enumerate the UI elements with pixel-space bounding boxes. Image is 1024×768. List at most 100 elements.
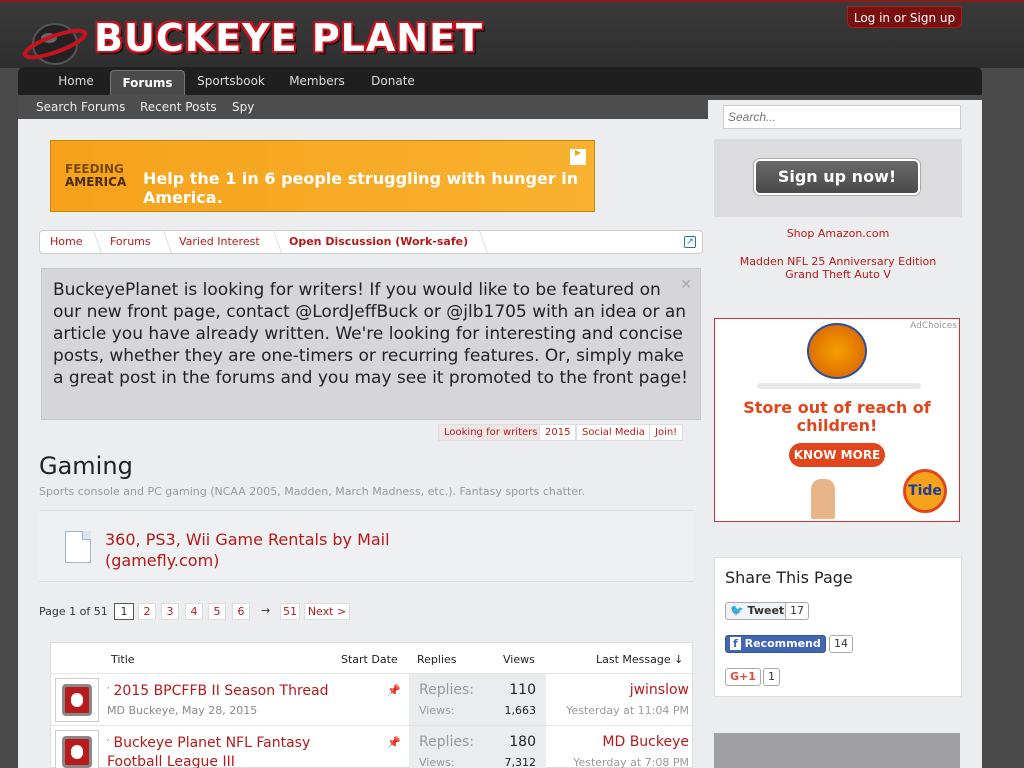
- prefix-icon: ′: [107, 737, 110, 750]
- planet-logo-icon: [22, 23, 88, 65]
- tab-forums[interactable]: Forums: [110, 70, 185, 95]
- breadcrumb-separator: [83, 231, 103, 253]
- share-panel: Share This Page 🐦 Tweet 17 f Recommend 1…: [714, 557, 962, 697]
- ohio-o-icon: [62, 684, 92, 716]
- tweet-count: 17: [785, 602, 809, 620]
- views-label: Views:: [419, 704, 455, 717]
- ad-brand: FEEDING AMERICA: [65, 162, 127, 189]
- tweet-button[interactable]: 🐦 Tweet: [725, 602, 790, 620]
- subnav-search-forums[interactable]: Search Forums: [36, 95, 125, 119]
- signup-button[interactable]: Sign up now!: [754, 159, 920, 195]
- thread-author[interactable]: MD Buckeye: [107, 704, 175, 717]
- forum-description: Sports console and PC gaming (NCAA 2005,…: [39, 485, 586, 498]
- sticky-pin-icon: 📌: [387, 684, 401, 697]
- last-message-user[interactable]: MD Buckeye: [602, 734, 689, 750]
- tide-pod-image: [807, 323, 867, 379]
- breadcrumb-separator: [153, 231, 173, 253]
- breadcrumb-current: Open Discussion (Work-safe): [289, 235, 469, 248]
- breadcrumb-home[interactable]: Home: [50, 231, 82, 253]
- page-6[interactable]: 6: [232, 603, 250, 620]
- signup-panel: Sign up now!: [714, 139, 962, 217]
- last-message-date[interactable]: Yesterday at 11:04 PM: [566, 704, 689, 717]
- subnav-spy[interactable]: Spy: [232, 95, 254, 119]
- know-more-button[interactable]: KNOW MORE: [789, 443, 885, 467]
- hand-image: [811, 479, 835, 519]
- recommend-count: 14: [829, 635, 853, 653]
- last-message-date[interactable]: Yesterday at 7:08 PM: [573, 756, 689, 768]
- page-5[interactable]: 5: [208, 603, 226, 620]
- tide-ad[interactable]: AdChoices Store out of reach of children…: [714, 318, 960, 522]
- ad-message: Help the 1 in 6 people struggling with h…: [143, 169, 579, 207]
- prefix-icon: ′: [107, 685, 110, 698]
- tide-logo: Tide: [903, 469, 947, 513]
- ad-choices-label[interactable]: AdChoices: [910, 321, 957, 331]
- page-last[interactable]: 51: [280, 603, 300, 620]
- tag-social-media[interactable]: Social Media: [576, 424, 651, 441]
- thread-meta: MD Buckeye, May 28, 2015: [107, 704, 258, 717]
- share-title: Share This Page: [725, 568, 853, 587]
- tag-join[interactable]: Join!: [649, 424, 684, 441]
- ohio-o-icon: [62, 736, 92, 768]
- thread-date: May 28, 2015: [182, 704, 258, 717]
- tag-looking-for-writers[interactable]: Looking for writers: [438, 424, 544, 441]
- document-icon: [65, 531, 91, 563]
- login-signup-button[interactable]: Log in or Sign up: [847, 6, 962, 28]
- header-title[interactable]: Title: [111, 653, 135, 666]
- facebook-icon: f: [730, 637, 741, 650]
- page-1[interactable]: 1: [114, 603, 134, 620]
- breadcrumb: Home Forums Varied Interest Open Discuss…: [39, 230, 703, 254]
- thread-row: ′ 2015 BPCFFB II Season Thread MD Buckeye…: [51, 673, 694, 726]
- thread-stats: Replies: 180 Views: 7,312: [409, 726, 546, 768]
- breadcrumb-varied-interest[interactable]: Varied Interest: [179, 231, 260, 253]
- avatar[interactable]: [55, 730, 99, 768]
- shop-amazon-link[interactable]: Shop Amazon.com: [714, 227, 962, 240]
- header-last-message[interactable]: Last Message ↓: [596, 653, 683, 666]
- replies-label: Replies:: [419, 734, 475, 750]
- search-input[interactable]: [723, 105, 961, 129]
- breadcrumb-separator: [263, 231, 283, 253]
- header-start-date[interactable]: Start Date: [341, 653, 398, 666]
- sticky-pin-icon: 📌: [387, 736, 401, 749]
- thread-list: Title Start Date Replies Views Last Mess…: [50, 642, 694, 768]
- subnav-recent-posts[interactable]: Recent Posts: [140, 95, 217, 119]
- views-count: 7,312: [504, 756, 537, 768]
- replies-count: 180: [509, 734, 536, 750]
- breadcrumb-forums[interactable]: Forums: [110, 231, 151, 253]
- feeding-america-ad[interactable]: FEEDING AMERICA Help the 1 in 6 people st…: [50, 140, 595, 212]
- last-message-user[interactable]: jwinslow: [630, 682, 689, 698]
- header-views[interactable]: Views: [503, 653, 535, 666]
- gta-link[interactable]: Grand Theft Auto V: [714, 268, 962, 281]
- tab-home[interactable]: Home: [40, 67, 112, 95]
- page-2[interactable]: 2: [138, 603, 156, 620]
- page-label: Page 1 of 51: [39, 605, 108, 618]
- writers-notice: BuckeyePlanet is looking for writers! If…: [41, 268, 701, 420]
- shelf-image: [757, 383, 921, 389]
- tab-donate[interactable]: Donate: [362, 67, 424, 95]
- arrow-right-icon: →: [261, 604, 271, 617]
- logo-text: BUCKEYE PLANET: [94, 16, 483, 60]
- main-nav: Home Forums Sportsbook Members Donate: [18, 67, 982, 95]
- thread-title[interactable]: ′ 2015 BPCFFB II Season Thread: [107, 682, 347, 701]
- tab-sportsbook[interactable]: Sportsbook: [190, 67, 272, 95]
- header-replies[interactable]: Replies: [417, 653, 457, 666]
- avatar[interactable]: [55, 678, 99, 722]
- ad-headline: Store out of reach of children!: [743, 398, 931, 435]
- notice-text: BuckeyePlanet is looking for writers! If…: [53, 280, 688, 388]
- thread-list-header: Title Start Date Replies Views Last Mess…: [51, 651, 694, 669]
- site-logo[interactable]: BUCKEYE PLANET: [22, 10, 562, 68]
- tag-2015[interactable]: 2015: [539, 424, 577, 441]
- twitter-icon: 🐦: [730, 604, 744, 617]
- next-page-button[interactable]: Next >: [304, 603, 350, 620]
- thread-row: ′ Buckeye Planet NFL Fantasy Football Lea…: [51, 725, 694, 768]
- page-4[interactable]: 4: [185, 603, 203, 620]
- close-icon[interactable]: ✕: [680, 277, 692, 293]
- tab-members[interactable]: Members: [282, 67, 352, 95]
- gplus-button[interactable]: G+1: [725, 668, 761, 686]
- page-3[interactable]: 3: [161, 603, 179, 620]
- ad-choices-icon[interactable]: ▶: [570, 149, 586, 165]
- jump-to-icon[interactable]: ↗: [684, 236, 696, 248]
- thread-title[interactable]: ′ Buckeye Planet NFL Fantasy Football Lea…: [107, 734, 347, 768]
- madden-link[interactable]: Madden NFL 25 Anniversary Edition: [714, 255, 962, 268]
- gamefly-link[interactable]: 360, PS3, Wii Game Rentals by Mail (game…: [105, 529, 405, 571]
- recommend-button[interactable]: f Recommend: [725, 635, 826, 653]
